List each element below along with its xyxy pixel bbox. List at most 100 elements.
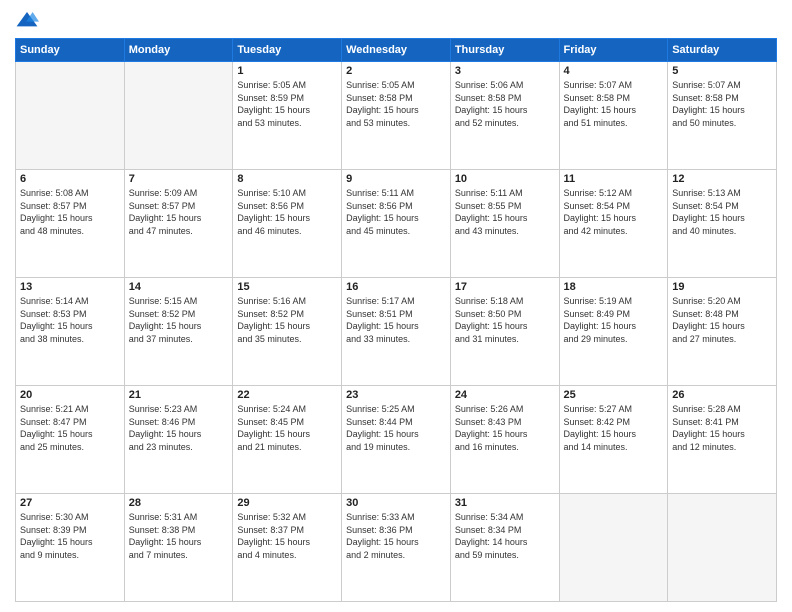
day-number: 20 <box>20 389 120 401</box>
column-header-friday: Friday <box>559 39 668 62</box>
day-number: 5 <box>672 65 772 77</box>
day-info: Sunrise: 5:26 AM Sunset: 8:43 PM Dayligh… <box>455 403 555 453</box>
calendar-cell: 11 Sunrise: 5:12 AM Sunset: 8:54 PM Dayli… <box>559 170 668 278</box>
calendar-cell: 16 Sunrise: 5:17 AM Sunset: 8:51 PM Dayli… <box>342 278 451 386</box>
day-info: Sunrise: 5:23 AM Sunset: 8:46 PM Dayligh… <box>129 403 229 453</box>
day-number: 26 <box>672 389 772 401</box>
calendar-cell: 9 Sunrise: 5:11 AM Sunset: 8:56 PM Daylig… <box>342 170 451 278</box>
calendar-header-row: SundayMondayTuesdayWednesdayThursdayFrid… <box>16 39 777 62</box>
day-info: Sunrise: 5:06 AM Sunset: 8:58 PM Dayligh… <box>455 79 555 129</box>
calendar-cell: 21 Sunrise: 5:23 AM Sunset: 8:46 PM Dayli… <box>124 386 233 494</box>
column-header-monday: Monday <box>124 39 233 62</box>
calendar-cell: 30Sunrise: 5:33 AM Sunset: 8:36 PM Dayli… <box>342 494 451 602</box>
calendar-cell <box>559 494 668 602</box>
day-info: Sunrise: 5:30 AM Sunset: 8:39 PM Dayligh… <box>20 511 120 561</box>
column-header-sunday: Sunday <box>16 39 125 62</box>
calendar-cell: 13 Sunrise: 5:14 AM Sunset: 8:53 PM Dayli… <box>16 278 125 386</box>
day-info: Sunrise: 5:25 AM Sunset: 8:44 PM Dayligh… <box>346 403 446 453</box>
calendar-cell: 19 Sunrise: 5:20 AM Sunset: 8:48 PM Dayli… <box>668 278 777 386</box>
day-number: 10 <box>455 173 555 185</box>
calendar-cell <box>668 494 777 602</box>
day-number: 15 <box>237 281 337 293</box>
day-info: Sunrise: 5:07 AM Sunset: 8:58 PM Dayligh… <box>564 79 664 129</box>
calendar-cell: 2 Sunrise: 5:05 AM Sunset: 8:58 PM Daylig… <box>342 62 451 170</box>
day-number: 28 <box>129 497 229 509</box>
day-number: 23 <box>346 389 446 401</box>
calendar-cell <box>124 62 233 170</box>
day-number: 27 <box>20 497 120 509</box>
day-info: Sunrise: 5:16 AM Sunset: 8:52 PM Dayligh… <box>237 295 337 345</box>
day-info: Sunrise: 5:28 AM Sunset: 8:41 PM Dayligh… <box>672 403 772 453</box>
day-info: Sunrise: 5:21 AM Sunset: 8:47 PM Dayligh… <box>20 403 120 453</box>
calendar-cell: 7 Sunrise: 5:09 AM Sunset: 8:57 PM Daylig… <box>124 170 233 278</box>
calendar-week-2: 6 Sunrise: 5:08 AM Sunset: 8:57 PM Daylig… <box>16 170 777 278</box>
day-info: Sunrise: 5:17 AM Sunset: 8:51 PM Dayligh… <box>346 295 446 345</box>
calendar-cell: 17 Sunrise: 5:18 AM Sunset: 8:50 PM Dayli… <box>450 278 559 386</box>
calendar-cell: 8 Sunrise: 5:10 AM Sunset: 8:56 PM Daylig… <box>233 170 342 278</box>
column-header-thursday: Thursday <box>450 39 559 62</box>
day-info: Sunrise: 5:09 AM Sunset: 8:57 PM Dayligh… <box>129 187 229 237</box>
day-number: 29 <box>237 497 337 509</box>
day-number: 9 <box>346 173 446 185</box>
calendar-cell: 3Sunrise: 5:06 AM Sunset: 8:58 PM Daylig… <box>450 62 559 170</box>
day-info: Sunrise: 5:08 AM Sunset: 8:57 PM Dayligh… <box>20 187 120 237</box>
day-number: 11 <box>564 173 664 185</box>
page: SundayMondayTuesdayWednesdayThursdayFrid… <box>0 0 792 612</box>
calendar-cell: 15 Sunrise: 5:16 AM Sunset: 8:52 PM Dayli… <box>233 278 342 386</box>
day-info: Sunrise: 5:05 AM Sunset: 8:58 PM Dayligh… <box>346 79 446 129</box>
column-header-saturday: Saturday <box>668 39 777 62</box>
calendar-cell: 31 Sunrise: 5:34 AM Sunset: 8:34 PM Dayli… <box>450 494 559 602</box>
day-info: Sunrise: 5:20 AM Sunset: 8:48 PM Dayligh… <box>672 295 772 345</box>
calendar-cell: 27 Sunrise: 5:30 AM Sunset: 8:39 PM Dayli… <box>16 494 125 602</box>
day-number: 25 <box>564 389 664 401</box>
day-info: Sunrise: 5:12 AM Sunset: 8:54 PM Dayligh… <box>564 187 664 237</box>
day-number: 2 <box>346 65 446 77</box>
day-info: Sunrise: 5:11 AM Sunset: 8:56 PM Dayligh… <box>346 187 446 237</box>
calendar-cell: 25Sunrise: 5:27 AM Sunset: 8:42 PM Dayli… <box>559 386 668 494</box>
calendar-cell: 6 Sunrise: 5:08 AM Sunset: 8:57 PM Daylig… <box>16 170 125 278</box>
column-header-tuesday: Tuesday <box>233 39 342 62</box>
header <box>15 10 777 30</box>
day-info: Sunrise: 5:18 AM Sunset: 8:50 PM Dayligh… <box>455 295 555 345</box>
day-info: Sunrise: 5:19 AM Sunset: 8:49 PM Dayligh… <box>564 295 664 345</box>
day-info: Sunrise: 5:10 AM Sunset: 8:56 PM Dayligh… <box>237 187 337 237</box>
day-number: 24 <box>455 389 555 401</box>
calendar-week-5: 27 Sunrise: 5:30 AM Sunset: 8:39 PM Dayli… <box>16 494 777 602</box>
day-number: 1 <box>237 65 337 77</box>
day-number: 8 <box>237 173 337 185</box>
calendar-cell: 28 Sunrise: 5:31 AM Sunset: 8:38 PM Dayli… <box>124 494 233 602</box>
day-info: Sunrise: 5:14 AM Sunset: 8:53 PM Dayligh… <box>20 295 120 345</box>
calendar-table: SundayMondayTuesdayWednesdayThursdayFrid… <box>15 38 777 602</box>
column-header-wednesday: Wednesday <box>342 39 451 62</box>
logo-icon <box>15 10 39 30</box>
day-number: 12 <box>672 173 772 185</box>
logo <box>15 10 43 30</box>
day-number: 22 <box>237 389 337 401</box>
day-info: Sunrise: 5:24 AM Sunset: 8:45 PM Dayligh… <box>237 403 337 453</box>
day-number: 17 <box>455 281 555 293</box>
day-number: 21 <box>129 389 229 401</box>
calendar-week-4: 20 Sunrise: 5:21 AM Sunset: 8:47 PM Dayli… <box>16 386 777 494</box>
day-number: 13 <box>20 281 120 293</box>
calendar-cell: 22 Sunrise: 5:24 AM Sunset: 8:45 PM Dayli… <box>233 386 342 494</box>
day-info: Sunrise: 5:15 AM Sunset: 8:52 PM Dayligh… <box>129 295 229 345</box>
calendar-cell: 18Sunrise: 5:19 AM Sunset: 8:49 PM Dayli… <box>559 278 668 386</box>
day-number: 16 <box>346 281 446 293</box>
calendar-cell: 26 Sunrise: 5:28 AM Sunset: 8:41 PM Dayli… <box>668 386 777 494</box>
calendar-cell: 4 Sunrise: 5:07 AM Sunset: 8:58 PM Daylig… <box>559 62 668 170</box>
day-number: 4 <box>564 65 664 77</box>
day-number: 31 <box>455 497 555 509</box>
day-info: Sunrise: 5:33 AM Sunset: 8:36 PM Dayligh… <box>346 511 446 561</box>
calendar-cell: 24 Sunrise: 5:26 AM Sunset: 8:43 PM Dayli… <box>450 386 559 494</box>
day-info: Sunrise: 5:32 AM Sunset: 8:37 PM Dayligh… <box>237 511 337 561</box>
day-number: 7 <box>129 173 229 185</box>
day-number: 14 <box>129 281 229 293</box>
day-info: Sunrise: 5:13 AM Sunset: 8:54 PM Dayligh… <box>672 187 772 237</box>
day-number: 6 <box>20 173 120 185</box>
calendar-cell: 5Sunrise: 5:07 AM Sunset: 8:58 PM Daylig… <box>668 62 777 170</box>
day-info: Sunrise: 5:05 AM Sunset: 8:59 PM Dayligh… <box>237 79 337 129</box>
day-info: Sunrise: 5:34 AM Sunset: 8:34 PM Dayligh… <box>455 511 555 561</box>
day-info: Sunrise: 5:31 AM Sunset: 8:38 PM Dayligh… <box>129 511 229 561</box>
day-number: 19 <box>672 281 772 293</box>
calendar-cell <box>16 62 125 170</box>
